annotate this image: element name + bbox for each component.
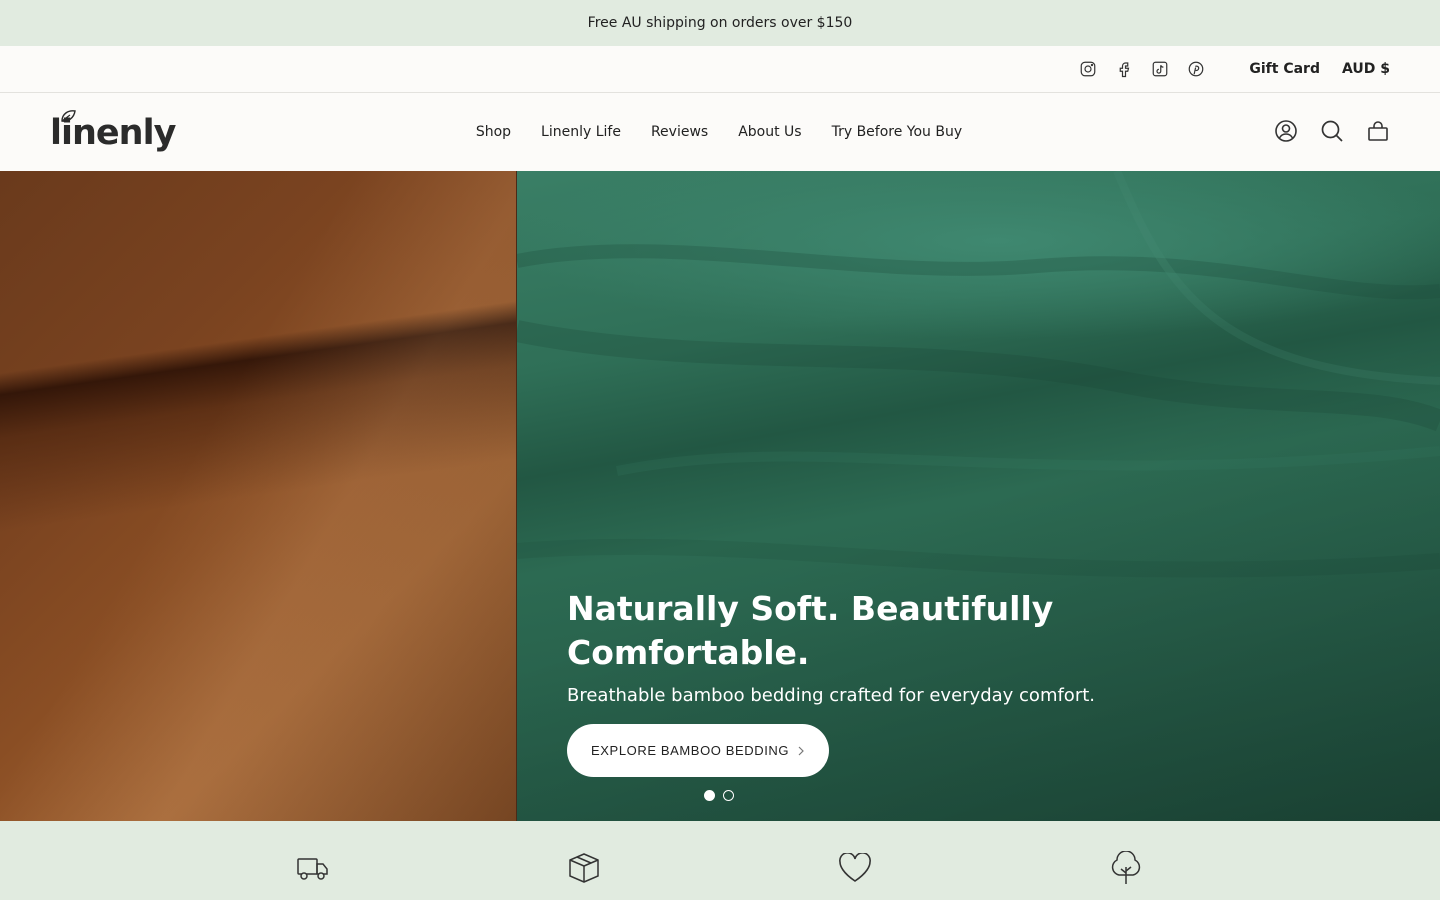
- header-actions: [1274, 117, 1390, 145]
- account-icon[interactable]: [1274, 117, 1298, 145]
- hero-title: Naturally Soft. Beautifully Comfortable.: [567, 589, 1054, 672]
- hero-image-brown-bedding: [0, 171, 516, 821]
- announcement-text: Free AU shipping on orders over $150: [587, 15, 853, 31]
- hero-subtitle: Breathable bamboo bedding crafted for ev…: [567, 685, 1096, 706]
- chevron-right-icon: [798, 746, 804, 755]
- features-bar: [0, 821, 1440, 900]
- utility-bar: Gift Card AUD $: [0, 46, 1440, 93]
- gift-card-link[interactable]: Gift Card: [1249, 61, 1320, 77]
- slide-dot-2[interactable]: [723, 790, 734, 801]
- slide-dot-1[interactable]: [704, 790, 715, 801]
- nav-shop[interactable]: Shop: [476, 124, 511, 140]
- hero-button-label: EXPLORE BAMBOO BEDDING: [591, 743, 790, 758]
- tiktok-icon[interactable]: [1149, 58, 1171, 80]
- facebook-icon[interactable]: [1113, 58, 1135, 80]
- heart-icon: [838, 851, 872, 885]
- nav-about-us[interactable]: About Us: [738, 124, 801, 140]
- main-nav: Shop Linenly Life Reviews About Us Try B…: [0, 93, 1440, 171]
- nav-reviews[interactable]: Reviews: [651, 124, 708, 140]
- announcement-bar: Free AU shipping on orders over $150: [0, 0, 1440, 46]
- nav-try-before-you-buy[interactable]: Try Before You Buy: [832, 124, 963, 140]
- box-icon: [567, 851, 601, 885]
- social-links: [1077, 58, 1207, 80]
- cart-icon[interactable]: [1366, 117, 1390, 145]
- currency-selector[interactable]: AUD $: [1342, 61, 1390, 77]
- nav-linenly-life[interactable]: Linenly Life: [541, 124, 621, 140]
- hero-content: Naturally Soft. Beautifully Comfortable.…: [567, 587, 1167, 777]
- search-icon[interactable]: [1320, 117, 1344, 145]
- pinterest-icon[interactable]: [1185, 58, 1207, 80]
- explore-bamboo-bedding-button[interactable]: EXPLORE BAMBOO BEDDING: [567, 724, 830, 777]
- instagram-icon[interactable]: [1077, 58, 1099, 80]
- slider-dots: [704, 790, 734, 801]
- hero-banner: Naturally Soft. Beautifully Comfortable.…: [0, 171, 1440, 821]
- tree-icon: [1109, 851, 1143, 885]
- truck-icon: [296, 851, 330, 885]
- site-header: linenly Shop Linenly Life Reviews About …: [0, 93, 1440, 171]
